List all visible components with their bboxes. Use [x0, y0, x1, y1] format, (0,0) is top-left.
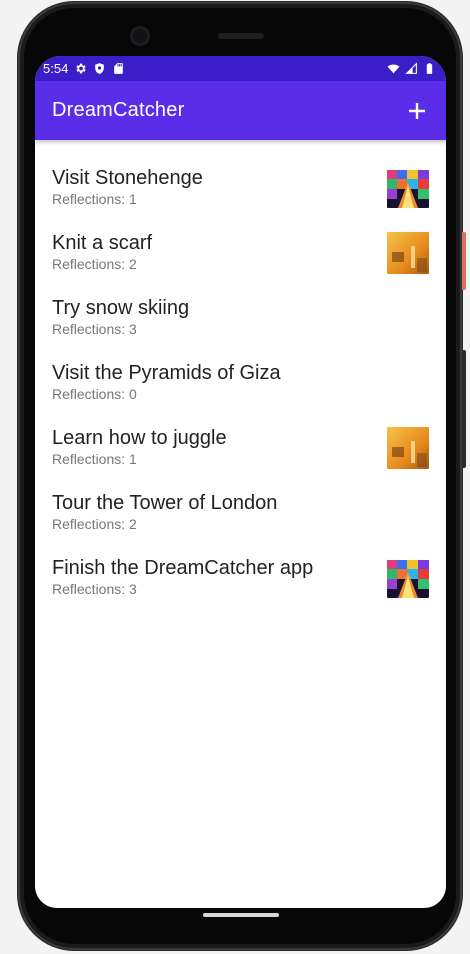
- dream-list: Visit Stonehenge Reflections: 1 Knit a s…: [35, 140, 446, 617]
- sd-card-icon: [114, 63, 124, 74]
- dream-title: Visit the Pyramids of Giza: [52, 362, 281, 384]
- screen: 5:54 DreamCatcher Visit Stonehenge Refle…: [35, 56, 446, 908]
- dream-title: Try snow skiing: [52, 297, 190, 319]
- power-button[interactable]: [462, 232, 466, 290]
- front-camera: [130, 26, 150, 46]
- app-title: DreamCatcher: [52, 99, 185, 121]
- volume-button[interactable]: [462, 350, 466, 468]
- list-item[interactable]: Learn how to juggle Reflections: 1: [35, 422, 446, 487]
- wifi-icon: [387, 64, 400, 74]
- reflection-count: Reflections: 3: [52, 321, 137, 337]
- reflection-count: Reflections: 2: [52, 516, 137, 532]
- reflection-count: Reflections: 0: [52, 386, 137, 402]
- dream-photo-thumbnail[interactable]: [387, 427, 429, 469]
- dream-photo-thumbnail[interactable]: [387, 170, 429, 208]
- list-item[interactable]: Try snow skiing Reflections: 3: [35, 292, 446, 357]
- dream-photo-thumbnail[interactable]: [387, 560, 429, 598]
- list-item[interactable]: Knit a scarf Reflections: 2: [35, 227, 446, 292]
- add-dream-button[interactable]: [404, 98, 430, 124]
- battery-icon: [426, 63, 433, 74]
- plus-icon: [409, 102, 425, 119]
- dream-title: Tour the Tower of London: [52, 492, 278, 514]
- list-item[interactable]: Visit the Pyramids of Giza Reflections: …: [35, 357, 446, 422]
- status-bar: 5:54: [35, 56, 446, 81]
- list-item[interactable]: Finish the DreamCatcher app Reflections:…: [35, 552, 446, 617]
- app-bar: DreamCatcher: [35, 81, 446, 140]
- earpiece-speaker: [218, 33, 264, 39]
- list-item[interactable]: Visit Stonehenge Reflections: 1: [35, 162, 446, 227]
- signal-icon: [405, 62, 417, 74]
- home-indicator[interactable]: [203, 913, 279, 917]
- list-item[interactable]: Tour the Tower of London Reflections: 2: [35, 487, 446, 552]
- status-time: 5:54: [43, 61, 69, 76]
- dream-photo-thumbnail[interactable]: [387, 232, 429, 274]
- shield-icon: [95, 63, 105, 74]
- gear-icon: [76, 63, 87, 74]
